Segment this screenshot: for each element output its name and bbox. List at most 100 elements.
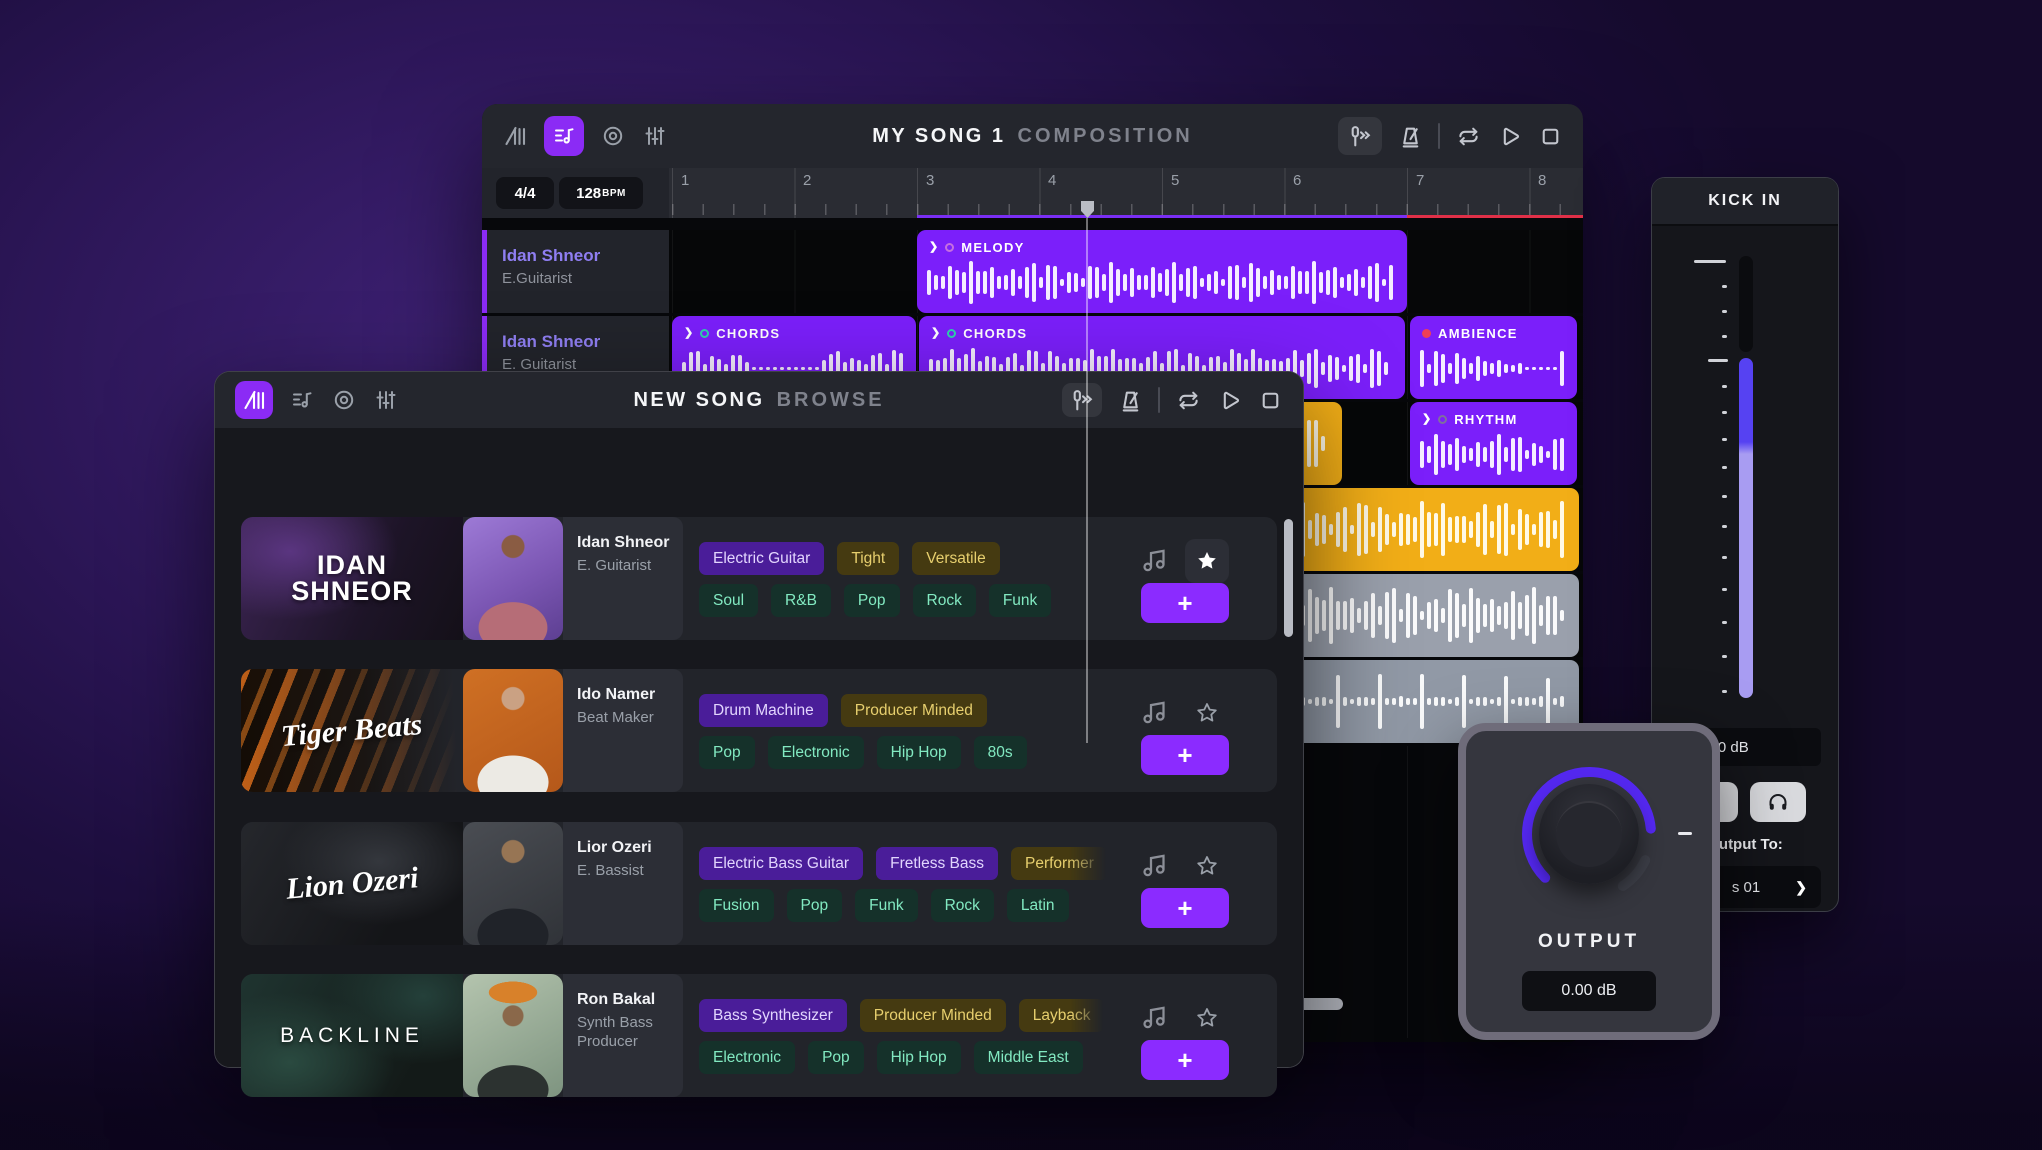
preview-audio-icon[interactable] [1139, 850, 1169, 880]
clip-status-dot [945, 243, 954, 252]
banner-text: Lion Ozeri [285, 861, 420, 906]
artist-banner: Tiger Beats [241, 669, 463, 792]
clip-label: CHORDS [716, 326, 780, 341]
chevron-right-icon: ❯ [1795, 879, 1807, 896]
banner-text: BACKLINE [280, 1024, 424, 1048]
add-musician-button[interactable]: + [1141, 583, 1229, 623]
genre-tag: Pop [699, 736, 755, 769]
genre-tag: Funk [855, 889, 917, 922]
bar-ruler[interactable]: 1 2 3 4 5 6 7 8 [669, 168, 1583, 218]
strings-view-icon[interactable] [235, 381, 273, 419]
add-musician-button[interactable]: + [1141, 888, 1229, 928]
track-header-1[interactable]: Idan Shneor E.Guitarist [482, 230, 669, 313]
mixer-view-icon[interactable] [642, 123, 668, 149]
skill-tags: Electric Bass Guitar Fretless Bass Perfo… [699, 847, 1108, 880]
metronome-icon[interactable] [1397, 123, 1423, 149]
musician-nameplate: Ido Namer Beat Maker [563, 669, 683, 792]
track-name: Idan Shneor [502, 246, 669, 266]
skill-tag: Electric Guitar [699, 542, 824, 575]
skill-tag: Performer [1011, 847, 1108, 880]
mixer-view-icon[interactable] [373, 387, 399, 413]
time-signature-chip[interactable]: 4/4 [496, 177, 554, 209]
preview-audio-icon[interactable] [1139, 545, 1169, 575]
genre-tag: Rock [913, 584, 976, 617]
preview-audio-icon[interactable] [1139, 1002, 1169, 1032]
genre-tag: R&B [771, 584, 831, 617]
loop-view-icon[interactable] [600, 123, 626, 149]
toolbar-divider [1158, 387, 1160, 413]
headphones-cue-button[interactable] [1750, 782, 1806, 822]
bar-number: 1 [681, 172, 689, 189]
fader-tick-zero [1708, 359, 1728, 362]
count-in-button[interactable] [1062, 383, 1102, 417]
play-button[interactable] [1496, 123, 1522, 149]
musician-nameplate: Ron Bakal Synth Bass Producer [563, 974, 683, 1097]
skill-tag: Versatile [912, 542, 999, 575]
favorite-star-button[interactable] [1185, 844, 1229, 888]
favorite-star-button[interactable] [1185, 539, 1229, 583]
bar-number: 6 [1293, 172, 1301, 189]
skill-tag: Producer Minded [860, 999, 1006, 1032]
fader-track[interactable] [1739, 256, 1753, 352]
view-toolbar [502, 116, 668, 156]
genre-tag: Pop [844, 584, 900, 617]
musician-card-lior-ozeri[interactable]: Lion Ozeri Lior Ozeri E. Bassist Electri… [241, 822, 1277, 945]
fader-tick-max [1694, 260, 1726, 263]
musician-nameplate: Idan Shneor E. Guitarist [563, 517, 683, 640]
genre-tag: Latin [1007, 889, 1069, 922]
genre-tag: Rock [931, 889, 994, 922]
skill-tag: Bass Synthesizer [699, 999, 847, 1032]
output-value[interactable]: 0.00 dB [1522, 971, 1656, 1011]
strings-view-icon[interactable] [502, 123, 528, 149]
app-canvas: MY SONG 1COMPOSITION [0, 0, 2042, 1150]
preview-audio-icon[interactable] [1139, 697, 1169, 727]
volume-fader[interactable] [1739, 358, 1753, 698]
musician-role: Synth Bass Producer [577, 1014, 673, 1052]
arrangement-view-icon[interactable] [289, 387, 315, 413]
add-musician-button[interactable]: + [1141, 1040, 1229, 1080]
bar-number: 4 [1048, 172, 1056, 189]
clip-expand-icon[interactable]: ❯ [1422, 414, 1431, 425]
musician-role: E. Guitarist [577, 557, 673, 576]
bpm-chip[interactable]: 128BPM [559, 177, 643, 209]
browse-window: NEW SONGBROWSE [214, 371, 1304, 1068]
output-label: OUTPUT [1466, 931, 1712, 953]
musician-card-ido-namer[interactable]: Tiger Beats Ido Namer Beat Maker Drum Ma… [241, 669, 1277, 792]
clip-melody[interactable]: ❯MELODY [917, 230, 1407, 313]
genre-tag: Hip Hop [877, 1041, 961, 1074]
bar-number: 8 [1538, 172, 1546, 189]
timeline-ruler[interactable]: 4/4 128BPM 1 2 3 4 5 6 7 8 [482, 168, 1583, 218]
loop-toggle-button[interactable] [1455, 123, 1481, 149]
browse-header: NEW SONGBROWSE [215, 372, 1303, 428]
favorite-star-button[interactable] [1185, 996, 1229, 1040]
clip-expand-icon[interactable]: ❯ [929, 242, 938, 253]
vertical-scrollbar[interactable] [1284, 519, 1293, 637]
play-button[interactable] [1216, 387, 1242, 413]
banner-text: Tiger Beats [280, 707, 424, 753]
loop-toggle-button[interactable] [1175, 387, 1201, 413]
avatar [463, 669, 563, 792]
arrangement-view-icon[interactable] [544, 116, 584, 156]
skill-tag: Electric Bass Guitar [699, 847, 863, 880]
avatar [463, 822, 563, 945]
genre-tag: Pop [787, 889, 843, 922]
clip-expand-icon[interactable]: ❯ [684, 328, 693, 339]
clip-rhythm[interactable]: ❯RHYTHM [1410, 402, 1577, 485]
add-musician-button[interactable]: + [1141, 735, 1229, 775]
favorite-star-button[interactable] [1185, 691, 1229, 735]
loop-view-icon[interactable] [331, 387, 357, 413]
clip-ambience[interactable]: AMBIENCE [1410, 316, 1577, 399]
genre-tag: 80s [974, 736, 1027, 769]
stop-button[interactable] [1537, 123, 1563, 149]
clip-expand-icon[interactable]: ❯ [931, 328, 940, 339]
musician-card-ron-bakal[interactable]: BACKLINE Ron Bakal Synth Bass Producer B… [241, 974, 1277, 1097]
output-knob[interactable] [1539, 784, 1639, 884]
window-title: MY SONG 1 [872, 125, 1005, 147]
musician-card-idan-shneor[interactable]: IDAN SHNEOR Idan Shneor E. Guitarist Ele… [241, 517, 1277, 640]
stop-button[interactable] [1257, 387, 1283, 413]
metronome-icon[interactable] [1117, 387, 1143, 413]
skill-tag: Producer Minded [841, 694, 987, 727]
genre-tag: Pop [808, 1041, 864, 1074]
count-in-button[interactable] [1338, 117, 1382, 155]
genre-tags: Fusion Pop Funk Rock Latin [699, 889, 1069, 922]
